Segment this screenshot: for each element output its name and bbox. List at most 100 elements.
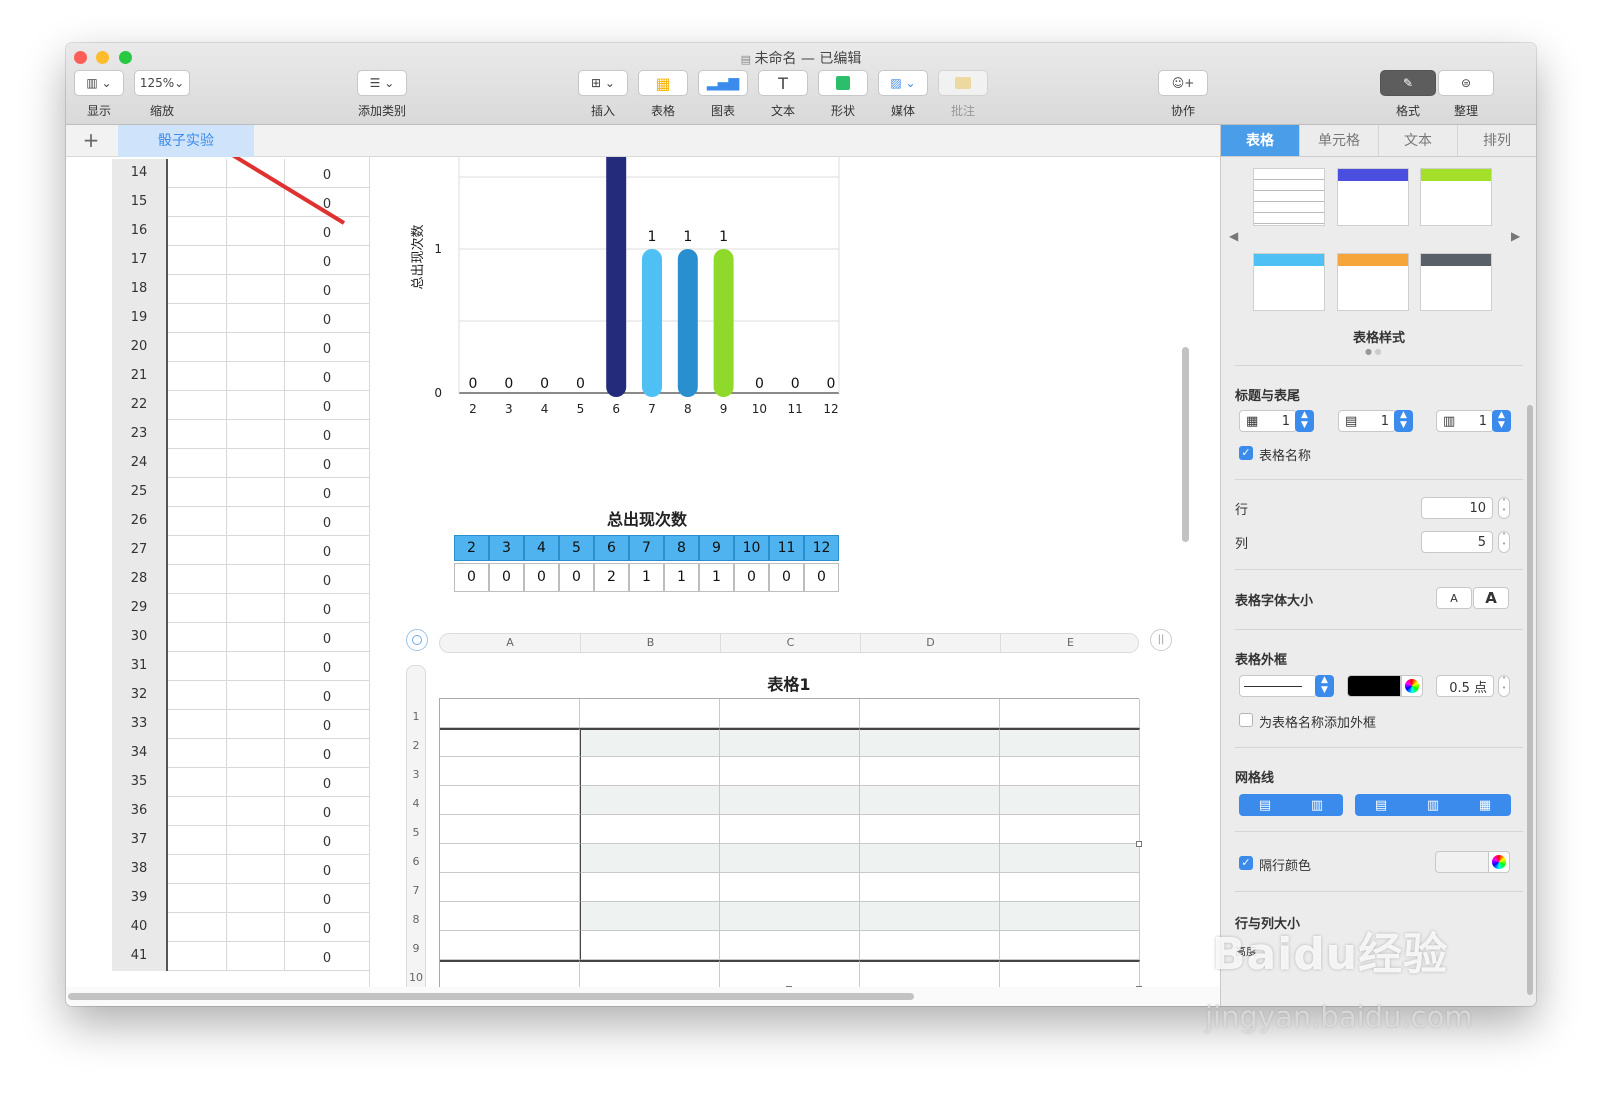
table-row[interactable]: 23 0 xyxy=(112,420,370,449)
table-cell[interactable] xyxy=(440,786,580,815)
table-cell[interactable] xyxy=(170,855,227,884)
table-cell[interactable] xyxy=(720,960,860,987)
summary-header-cell[interactable]: 10 xyxy=(734,535,769,561)
table-cell[interactable] xyxy=(170,304,227,333)
table-cell[interactable] xyxy=(228,362,285,391)
gridlines-body-group[interactable]: ▤ ▥ ▦ xyxy=(1355,794,1511,816)
table-cell[interactable] xyxy=(580,757,720,786)
summary-header-cell[interactable]: 4 xyxy=(524,535,559,561)
header-cols-stepper[interactable]: ▲ ▼ xyxy=(1394,410,1413,432)
new-table[interactable] xyxy=(439,698,1140,987)
table-row[interactable]: 25 0 xyxy=(112,478,370,507)
summary-header-cell[interactable]: 11 xyxy=(769,535,804,561)
color-wheel-icon[interactable] xyxy=(1488,851,1510,873)
table-cell[interactable] xyxy=(1000,757,1140,786)
table-row[interactable]: 27 0 xyxy=(112,536,370,565)
table-cell[interactable] xyxy=(228,913,285,942)
table-cell[interactable] xyxy=(440,931,580,960)
bar-chart[interactable]: 总出现次数 0 0 0 01 1 10 0 0 012 3 4 5 6 7 8 9 10 11 12 xyxy=(404,157,864,437)
table-cell[interactable] xyxy=(170,507,227,536)
table-cell[interactable] xyxy=(860,757,1000,786)
table-cell[interactable] xyxy=(170,797,227,826)
row-header[interactable]: 3 xyxy=(407,760,425,789)
row-header[interactable]: 1 xyxy=(407,702,425,731)
table-cell[interactable] xyxy=(720,844,860,873)
table-cell[interactable] xyxy=(170,884,227,913)
border-name-checkbox[interactable] xyxy=(1239,713,1253,727)
table-row[interactable]: 28 0 xyxy=(112,565,370,594)
view-button[interactable]: ▥ ⌄ xyxy=(74,70,124,96)
format-button[interactable]: ✎ xyxy=(1380,70,1436,96)
table-cell[interactable] xyxy=(228,797,285,826)
summary-value-cell[interactable]: 0 xyxy=(524,563,559,592)
table-cell[interactable] xyxy=(228,478,285,507)
table-cell[interactable] xyxy=(440,757,580,786)
tab-arrange[interactable]: 排列 xyxy=(1458,125,1536,156)
sidebar-scrollbar[interactable] xyxy=(1527,405,1533,995)
footer-rows-field[interactable]: ▥ 1 xyxy=(1436,410,1494,432)
summary-value-cell[interactable]: 0 xyxy=(454,563,489,592)
resize-handle-right[interactable] xyxy=(1136,841,1142,847)
summary-value-cell[interactable]: 0 xyxy=(734,563,769,592)
summary-header-cell[interactable]: 2 xyxy=(454,535,489,561)
chevron-left-icon[interactable]: ◀ xyxy=(1229,229,1238,243)
table-row[interactable]: 36 0 xyxy=(112,797,370,826)
tab-text[interactable]: 文本 xyxy=(1379,125,1458,156)
table-row[interactable]: 39 0 xyxy=(112,884,370,913)
table-row[interactable]: 34 0 xyxy=(112,739,370,768)
table-cell[interactable] xyxy=(228,536,285,565)
table-cell[interactable] xyxy=(170,594,227,623)
summary-value-cell[interactable]: 1 xyxy=(664,563,699,592)
table-cell[interactable] xyxy=(228,681,285,710)
table-cell[interactable] xyxy=(170,681,227,710)
table-row[interactable]: 38 0 xyxy=(112,855,370,884)
table-row[interactable]: 16 0 xyxy=(112,217,370,246)
table-cell[interactable] xyxy=(228,884,285,913)
add-column-handle[interactable]: || xyxy=(1150,629,1172,651)
column-header[interactable]: E xyxy=(1000,634,1140,652)
table-cell[interactable] xyxy=(860,902,1000,931)
table-cell[interactable] xyxy=(580,960,720,987)
media-button[interactable]: ▨ ⌄ xyxy=(878,70,928,96)
summary-header-cell[interactable]: 5 xyxy=(559,535,594,561)
summary-header-cell[interactable]: 6 xyxy=(594,535,629,561)
table-cell[interactable] xyxy=(1000,728,1140,757)
row-header[interactable]: 9 xyxy=(407,934,425,963)
zoom-select[interactable]: 125% ⌄ xyxy=(134,70,190,96)
table-cell[interactable] xyxy=(1000,931,1140,960)
table-cell[interactable] xyxy=(1000,815,1140,844)
table-cell[interactable] xyxy=(860,815,1000,844)
tab-table[interactable]: 表格 xyxy=(1221,125,1300,156)
cols-stepper[interactable]: ˄ ˅ xyxy=(1498,531,1510,553)
shape-button[interactable] xyxy=(818,70,868,96)
collaborate-button[interactable]: ☺+ xyxy=(1158,70,1208,96)
table-cell[interactable] xyxy=(440,873,580,902)
table-cell[interactable] xyxy=(1000,786,1140,815)
table-style-2[interactable] xyxy=(1337,168,1409,226)
sheet-tab-active[interactable]: 骰子实验 xyxy=(118,125,254,157)
table-cell[interactable] xyxy=(170,942,227,971)
table-cell[interactable] xyxy=(228,391,285,420)
table-cell[interactable] xyxy=(1000,873,1140,902)
table-row[interactable]: 18 0 xyxy=(112,275,370,304)
table-cell[interactable] xyxy=(720,873,860,902)
summary-header-cell[interactable]: 12 xyxy=(804,535,839,561)
table-row[interactable]: 19 0 xyxy=(112,304,370,333)
horizontal-gridlines-icon[interactable]: ▤ xyxy=(1259,798,1271,813)
border-width-stepper[interactable]: ˄ ˅ xyxy=(1498,675,1510,697)
table-cell[interactable] xyxy=(228,710,285,739)
table-cell[interactable] xyxy=(170,449,227,478)
table-cell[interactable] xyxy=(720,815,860,844)
font-larger-button[interactable]: A xyxy=(1473,587,1509,609)
rows-stepper[interactable]: ˄ ˅ xyxy=(1498,497,1510,519)
table-row[interactable]: 33 0 xyxy=(112,710,370,739)
table-cell[interactable] xyxy=(1000,699,1140,728)
table-cell[interactable] xyxy=(228,333,285,362)
table-cell[interactable] xyxy=(580,873,720,902)
table-cell[interactable] xyxy=(170,913,227,942)
column-header[interactable]: C xyxy=(720,634,860,652)
body-vertical-icon[interactable]: ▥ xyxy=(1427,798,1439,813)
table-cell[interactable] xyxy=(860,873,1000,902)
table-cell[interactable] xyxy=(440,902,580,931)
organize-button[interactable]: ⊜ xyxy=(1438,70,1494,96)
